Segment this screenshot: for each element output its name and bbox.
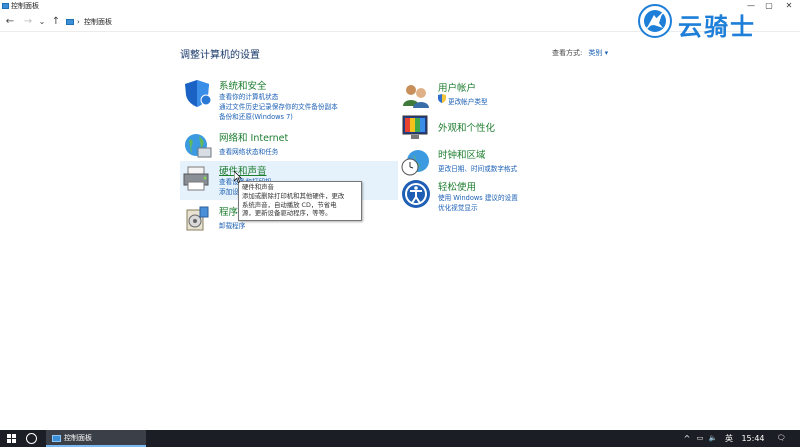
printer-icon [183, 166, 209, 191]
windows-logo-icon [7, 434, 16, 443]
category-link[interactable]: 卸载程序 [219, 220, 245, 230]
shield-icon [185, 80, 212, 107]
category-link[interactable]: 更改帐户类型 [448, 96, 488, 106]
category-title[interactable]: 系统和安全 [219, 78, 267, 92]
clock[interactable]: 15:44 [738, 430, 768, 447]
category-appearance[interactable]: 外观和个性化 [401, 112, 601, 142]
category-system-security[interactable]: 系统和安全 查看你的计算机状态 通过文件历史记录保存你的文件备份副本 备份和还原… [182, 78, 382, 123]
control-panel-icon [66, 19, 74, 25]
page-title: 调整计算机的设置 [180, 50, 260, 61]
breadcrumb-separator: › [77, 18, 80, 26]
control-panel-icon [52, 435, 61, 442]
accessibility-icon [402, 180, 430, 208]
tooltip-line: 硬件和声音 [242, 183, 274, 191]
category-link[interactable]: 查看网络状态和任务 [219, 146, 278, 156]
view-by-dropdown[interactable]: 类别 ▾ [588, 49, 608, 57]
category-link[interactable]: 查看你的计算机状态 [219, 91, 278, 101]
category-network-internet[interactable]: 网络和 Internet 查看网络状态和任务 [182, 130, 382, 160]
category-title[interactable]: 外观和个性化 [438, 120, 495, 134]
tooltip-line: 系统声音，自动播放 CD，节省电 [242, 200, 337, 209]
network-icon[interactable]: ▭ [694, 430, 706, 447]
knight-logo-icon [638, 4, 672, 38]
category-link[interactable]: 优化视觉显示 [438, 202, 478, 212]
breadcrumb[interactable]: › 控制面板 [66, 16, 112, 28]
uac-shield-icon [438, 94, 446, 103]
notification-center-icon[interactable]: 🗨 [774, 430, 788, 447]
category-title[interactable]: 用户帐户 [438, 80, 476, 94]
back-button[interactable]: ← [3, 15, 17, 29]
watermark-logo: 云骑士 [638, 4, 798, 41]
window-title: 控制面板 [11, 2, 39, 10]
taskbar-app-control-panel[interactable]: 控制面板 [46, 430, 146, 447]
category-title[interactable]: 时钟和区域 [438, 147, 486, 161]
volume-icon[interactable]: 🔈 [707, 430, 719, 447]
users-icon [403, 85, 429, 108]
category-title[interactable]: 轻松使用 [438, 179, 476, 193]
show-hidden-icons-button[interactable]: ^ [682, 430, 692, 447]
input-method-indicator[interactable]: 英 [722, 430, 736, 447]
up-button[interactable]: ↑ [50, 15, 62, 29]
category-ease-of-access[interactable]: 轻松使用 使用 Windows 建议的设置 优化视觉显示 [401, 179, 601, 213]
category-link[interactable]: 使用 Windows 建议的设置 [438, 192, 518, 202]
category-title[interactable]: 硬件和声音 [219, 163, 267, 177]
clock-globe-icon [401, 150, 429, 176]
view-by-label: 查看方式: [552, 49, 583, 57]
tooltip-line: 添加或删除打印机和其他硬件，更改 [242, 191, 345, 200]
tooltip-line: 源，更新设备驱动程序，等等。 [242, 209, 332, 218]
view-by: 查看方式: 类别 ▾ [552, 48, 608, 58]
search-icon[interactable] [26, 433, 37, 444]
category-link[interactable]: 通过文件历史记录保存你的文件备份副本 [219, 101, 338, 111]
start-button[interactable] [0, 430, 22, 447]
mouse-cursor-icon [234, 171, 242, 183]
control-panel-icon [2, 3, 9, 9]
globe-icon [185, 134, 212, 158]
category-user-accounts[interactable]: 用户帐户 更改帐户类型 [401, 80, 601, 110]
category-title[interactable]: 程序 [219, 204, 238, 218]
tooltip: 硬件和声音 添加或删除打印机和其他硬件，更改 系统声音，自动播放 CD，节省电 … [238, 181, 362, 221]
category-link[interactable]: 备份和还原(Windows 7) [219, 111, 293, 121]
monitor-palette-icon [402, 115, 428, 139]
category-link[interactable]: 更改日期、时间或数字格式 [438, 163, 517, 173]
taskbar: 控制面板 ^ ▭ 🔈 英 15:44 🗨 [0, 430, 800, 447]
category-clock-region[interactable]: 时钟和区域 更改日期、时间或数字格式 [401, 147, 601, 177]
forward-button[interactable]: → [21, 15, 35, 29]
programs-icon [186, 206, 209, 231]
watermark-text: 云骑士 [678, 13, 756, 41]
category-title[interactable]: 网络和 Internet [219, 130, 288, 144]
taskbar-app-label: 控制面板 [64, 434, 92, 442]
breadcrumb-item[interactable]: 控制面板 [84, 18, 112, 26]
recent-locations-button[interactable]: ⌄ [37, 15, 47, 29]
